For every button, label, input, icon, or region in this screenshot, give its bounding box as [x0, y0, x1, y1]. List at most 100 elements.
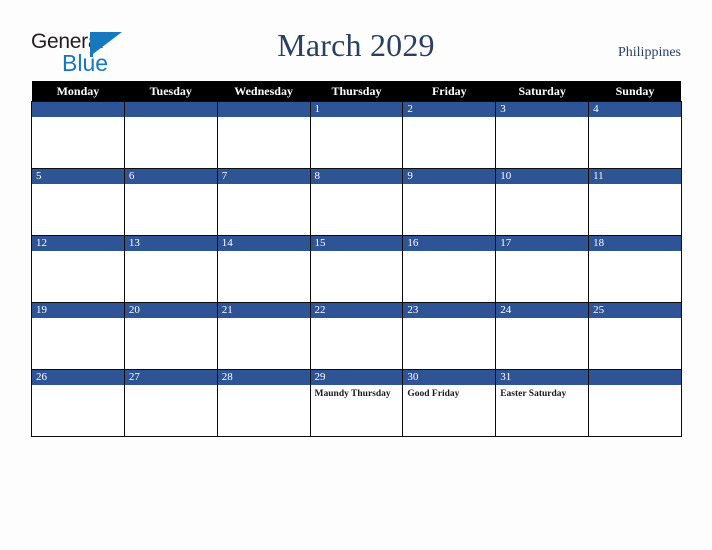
day-events: [589, 251, 681, 254]
day-number: 21: [217, 303, 310, 318]
day-number: 4: [589, 102, 681, 117]
day-number: 17: [496, 236, 589, 251]
day-events: [403, 251, 495, 254]
calendar-week-row: 26 27 28 29 Maundy Thursday 30 Good Friday 31 Ea…: [31, 369, 682, 437]
day-events: [403, 318, 495, 321]
calendar-day-cell[interactable]: 10: [495, 168, 590, 236]
calendar-day-cell[interactable]: 28: [216, 369, 311, 437]
day-events: [32, 117, 124, 120]
calendar-day-cell[interactable]: 9: [402, 168, 497, 236]
day-number: 15: [310, 236, 403, 251]
calendar-day-cell[interactable]: 18: [588, 235, 682, 303]
day-number: 3: [496, 102, 589, 117]
calendar-week-row: 19 20 21 22 23 24 25: [31, 302, 682, 370]
holiday-label: Maundy Thursday: [314, 389, 391, 399]
day-number: 11: [589, 169, 681, 184]
day-events: [125, 117, 217, 120]
day-events: [311, 117, 403, 120]
calendar-day-cell[interactable]: 24: [495, 302, 590, 370]
calendar-day-cell[interactable]: 29 Maundy Thursday: [309, 369, 404, 437]
calendar-day-cell[interactable]: 30 Good Friday: [402, 369, 497, 437]
day-events: [125, 251, 217, 254]
calendar-day-cell[interactable]: 20: [123, 302, 218, 370]
day-events: [589, 385, 681, 388]
calendar-day-cell[interactable]: 19: [31, 302, 125, 370]
day-events: [311, 318, 403, 321]
day-events: [311, 184, 403, 187]
calendar-day-cell[interactable]: 17: [495, 235, 590, 303]
weekday-header-saturday: Saturday: [495, 81, 589, 102]
day-events: Easter Saturday: [496, 385, 588, 400]
calendar-day-cell[interactable]: [588, 369, 682, 437]
calendar-day-cell[interactable]: 8: [309, 168, 404, 236]
weekday-header-thursday: Thursday: [310, 81, 403, 102]
day-events: Maundy Thursday: [311, 385, 403, 400]
calendar-day-cell[interactable]: 21: [216, 302, 311, 370]
calendar-week-row: 12 13 14 15 16 17 18: [31, 235, 682, 303]
day-number: 2: [403, 102, 496, 117]
calendar-day-cell[interactable]: 12: [31, 235, 125, 303]
day-number: 29: [310, 370, 403, 385]
day-events: [496, 251, 588, 254]
calendar-day-cell[interactable]: 5: [31, 168, 125, 236]
day-events: [32, 385, 124, 388]
calendar-day-cell[interactable]: 3: [495, 101, 590, 169]
day-number: 25: [589, 303, 681, 318]
day-events: [589, 184, 681, 187]
page-header: General Blue March 2029 Philippines: [0, 0, 712, 81]
region-label: Philippines: [617, 45, 681, 60]
calendar-day-cell[interactable]: 13: [123, 235, 218, 303]
calendar-day-cell[interactable]: 31 Easter Saturday: [495, 369, 590, 437]
day-number: [589, 370, 681, 385]
day-number: 22: [310, 303, 403, 318]
calendar-day-cell[interactable]: 2: [402, 101, 497, 169]
weekday-header-row: Monday Tuesday Wednesday Thursday Friday…: [31, 81, 682, 102]
day-events: [32, 251, 124, 254]
calendar-day-cell[interactable]: 22: [309, 302, 404, 370]
day-number: 20: [124, 303, 217, 318]
day-number: 18: [589, 236, 681, 251]
day-events: [125, 318, 217, 321]
calendar-day-cell[interactable]: 7: [216, 168, 311, 236]
calendar-day-cell[interactable]: 16: [402, 235, 497, 303]
day-number: 19: [32, 303, 124, 318]
calendar-day-cell[interactable]: 15: [309, 235, 404, 303]
calendar-day-cell[interactable]: [123, 101, 218, 169]
calendar-day-cell[interactable]: 14: [216, 235, 311, 303]
day-number: 28: [217, 370, 310, 385]
calendar-week-row: 5 6 7 8 9 10 11: [31, 168, 682, 236]
calendar-day-cell[interactable]: [216, 101, 311, 169]
day-number: 5: [32, 169, 124, 184]
day-number: 10: [496, 169, 589, 184]
day-number: 23: [403, 303, 496, 318]
calendar-day-cell[interactable]: 11: [588, 168, 682, 236]
page-title: March 2029: [277, 27, 435, 63]
calendar-day-cell[interactable]: 25: [588, 302, 682, 370]
day-events: [125, 184, 217, 187]
day-events: [496, 117, 588, 120]
day-events: [218, 385, 310, 388]
day-number: 8: [310, 169, 403, 184]
day-number: 1: [310, 102, 403, 117]
day-number: 9: [403, 169, 496, 184]
weekday-header-sunday: Sunday: [588, 81, 682, 102]
holiday-label: Easter Saturday: [500, 389, 567, 399]
calendar-day-cell[interactable]: 4: [588, 101, 682, 169]
calendar-day-cell[interactable]: 1: [309, 101, 404, 169]
calendar-week-row: 1234: [31, 101, 682, 169]
day-events: [32, 318, 124, 321]
day-events: [32, 184, 124, 187]
day-number: 7: [217, 169, 310, 184]
calendar-day-cell[interactable]: 27: [123, 369, 218, 437]
day-events: [403, 117, 495, 120]
day-number: [124, 102, 217, 117]
day-number: 13: [124, 236, 217, 251]
day-number: 31: [496, 370, 589, 385]
day-number: [32, 102, 124, 117]
calendar-day-cell[interactable]: 23: [402, 302, 497, 370]
day-number: 26: [32, 370, 124, 385]
calendar-day-cell[interactable]: [31, 101, 125, 169]
calendar-day-cell[interactable]: 26: [31, 369, 125, 437]
day-number: 27: [124, 370, 217, 385]
calendar-day-cell[interactable]: 6: [123, 168, 218, 236]
